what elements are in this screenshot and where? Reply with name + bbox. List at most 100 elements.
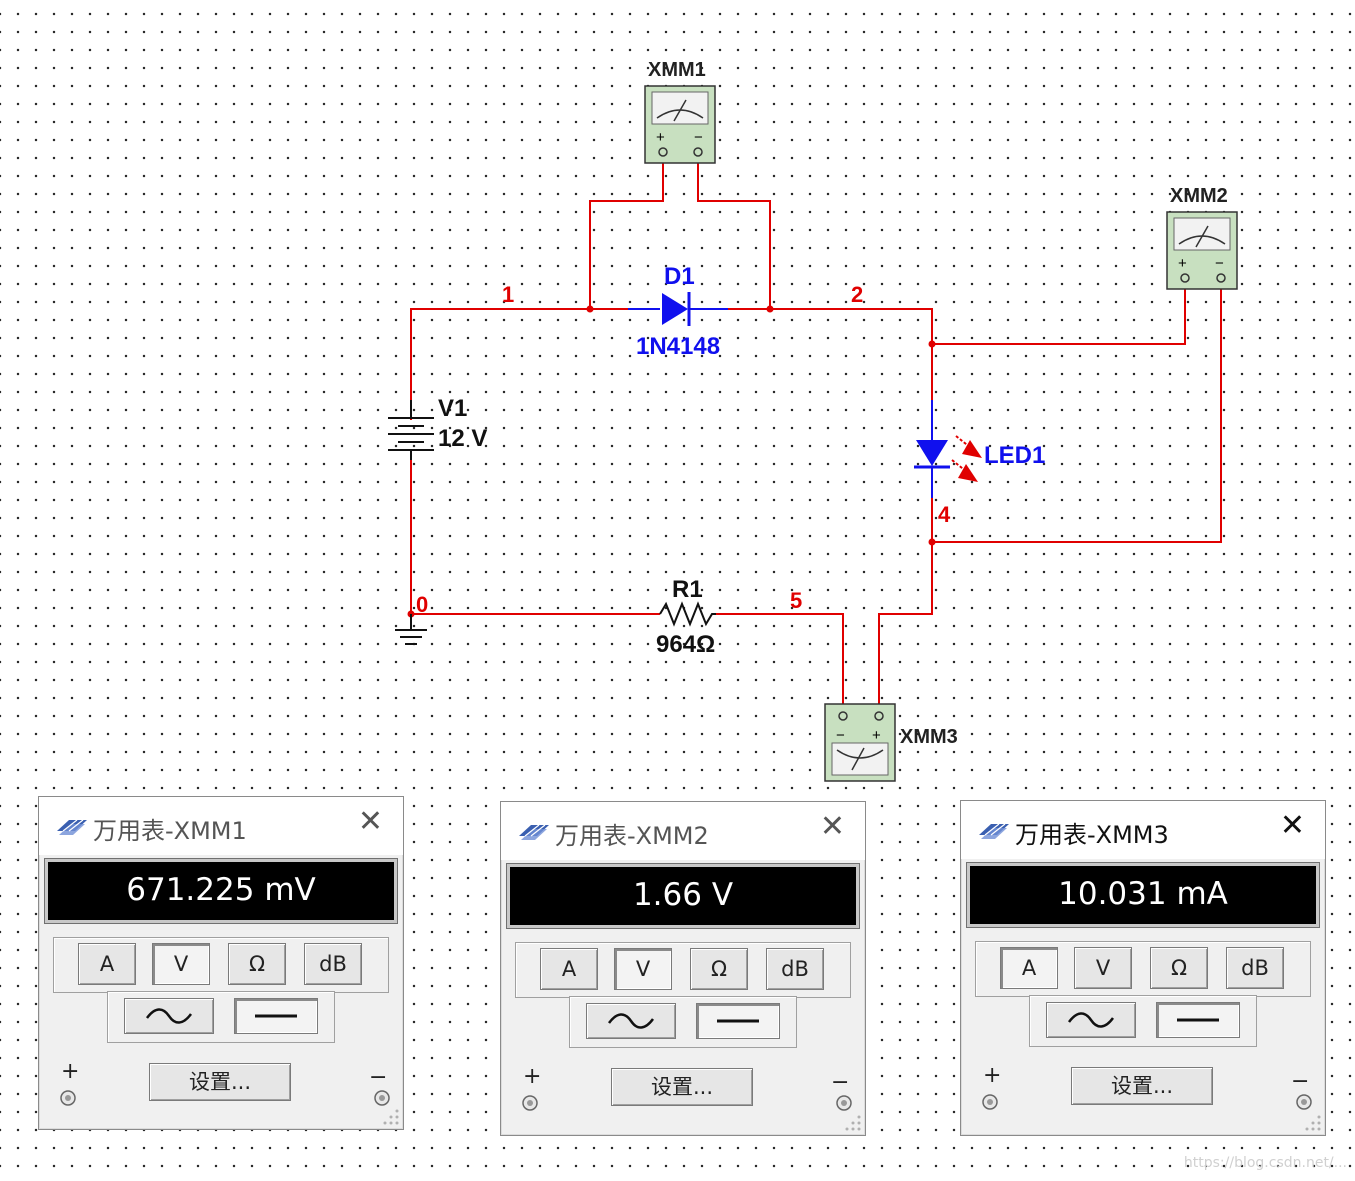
diode-name: D1	[664, 263, 695, 290]
terminal-icon[interactable]	[1295, 1093, 1313, 1111]
panel-title: 万用表-XMM3	[1015, 821, 1169, 849]
mode-button-group: A V Ω dB	[975, 941, 1311, 997]
minus-label: −	[369, 1065, 388, 1090]
svg-text:−: −	[694, 129, 703, 146]
wire-xmm1-plus	[589, 163, 664, 309]
multimeter-xmm1-symbol[interactable]: + −	[644, 85, 716, 164]
panel-title: 万用表-XMM1	[93, 817, 247, 845]
plus-label: +	[61, 1059, 80, 1084]
wire-node-0	[410, 455, 660, 615]
close-icon[interactable]: ✕	[358, 807, 383, 837]
dc-button[interactable]	[234, 998, 318, 1034]
node-label-1: 1	[502, 282, 514, 307]
node-label-2: 2	[851, 282, 863, 307]
signal-button-group	[569, 996, 797, 1048]
mode-button-group: A V Ω dB	[515, 942, 851, 998]
node-label-0: 0	[416, 592, 428, 617]
minus-label: −	[1291, 1069, 1310, 1094]
plus-label: +	[983, 1063, 1002, 1088]
wire-xmm2-minus	[931, 280, 1222, 543]
schematic-canvas[interactable]: 1 2 4 0 5 V1 12 V D1 1N4148 LED1 R1 964Ω…	[0, 0, 1355, 790]
multimeter-panel-xmm1[interactable]: 万用表-XMM1 ✕ 671.225 mV A V Ω dB + 设置... −	[38, 796, 404, 1130]
mode-button-ohm[interactable]: Ω	[228, 943, 286, 985]
svg-text:+: +	[872, 727, 881, 744]
wire-node-5	[716, 613, 844, 712]
plus-label: +	[523, 1064, 542, 1089]
panel-titlebar[interactable]: 万用表-XMM2 ✕	[501, 802, 865, 860]
mode-button-v[interactable]: V	[1074, 947, 1132, 989]
resize-grip-icon[interactable]	[841, 1111, 863, 1133]
mode-button-db[interactable]: dB	[304, 943, 362, 985]
close-icon[interactable]: ✕	[1280, 811, 1305, 841]
settings-button[interactable]: 设置...	[1071, 1067, 1213, 1105]
battery-name: V1	[438, 395, 467, 422]
wire-xmm3-plus	[878, 542, 933, 712]
resize-grip-icon[interactable]	[379, 1105, 401, 1127]
svg-text:+: +	[656, 129, 665, 146]
mode-button-db[interactable]: dB	[766, 948, 824, 990]
mode-button-ohm[interactable]: Ω	[690, 948, 748, 990]
terminal-icon[interactable]	[521, 1094, 539, 1112]
mode-button-v[interactable]: V	[152, 943, 210, 985]
resize-grip-icon[interactable]	[1301, 1111, 1323, 1133]
mode-button-ohm[interactable]: Ω	[1150, 947, 1208, 989]
settings-button[interactable]: 设置...	[149, 1063, 291, 1101]
multisim-logo-icon	[519, 824, 549, 840]
mode-button-db[interactable]: dB	[1226, 947, 1284, 989]
ac-wave-icon	[607, 1013, 655, 1029]
signal-button-group	[107, 991, 335, 1043]
dc-button[interactable]	[696, 1003, 780, 1039]
resistor-name: R1	[672, 576, 703, 603]
node-label-4: 4	[938, 502, 951, 527]
terminal-icon[interactable]	[59, 1089, 77, 1107]
multimeter-xmm2-symbol[interactable]: + −	[1166, 211, 1238, 290]
settings-button[interactable]: 设置...	[611, 1068, 753, 1106]
mode-button-a[interactable]: A	[1000, 947, 1058, 989]
xmm1-label: XMM1	[648, 59, 706, 81]
wire-xmm2-plus	[932, 280, 1186, 345]
dc-line-icon	[255, 1014, 297, 1018]
panel-title: 万用表-XMM2	[555, 822, 709, 850]
mode-button-group: A V Ω dB	[53, 937, 389, 993]
reading-display: 10.031 mA	[966, 862, 1320, 928]
diode-d1[interactable]	[628, 292, 728, 326]
signal-button-group	[1029, 995, 1257, 1047]
mode-button-v[interactable]: V	[614, 948, 672, 990]
multimeter-panel-xmm3[interactable]: 万用表-XMM3 ✕ 10.031 mA A V Ω dB + 设置... −	[960, 800, 1326, 1136]
minus-label: −	[831, 1070, 850, 1095]
xmm3-label: XMM3	[900, 726, 958, 748]
multimeter-panel-xmm2[interactable]: 万用表-XMM2 ✕ 1.66 V A V Ω dB + 设置... −	[500, 801, 866, 1136]
reading-display: 1.66 V	[506, 863, 860, 929]
ac-button[interactable]	[124, 998, 214, 1034]
xmm2-label: XMM2	[1170, 185, 1228, 207]
dc-line-icon	[1177, 1018, 1219, 1022]
wires	[410, 163, 1222, 712]
terminal-icon[interactable]	[981, 1093, 999, 1111]
mode-button-a[interactable]: A	[540, 948, 598, 990]
svg-text:−: −	[1215, 255, 1224, 272]
panel-titlebar[interactable]: 万用表-XMM1 ✕	[39, 797, 403, 855]
resistor-value: 964Ω	[656, 631, 715, 658]
ground-symbol	[395, 614, 427, 645]
multisim-logo-icon	[979, 823, 1009, 839]
ac-button[interactable]	[1046, 1002, 1136, 1038]
terminal-icon[interactable]	[835, 1094, 853, 1112]
diode-model: 1N4148	[636, 333, 720, 360]
ac-button[interactable]	[586, 1003, 676, 1039]
close-icon[interactable]: ✕	[820, 812, 845, 842]
led-led1[interactable]	[914, 400, 982, 498]
watermark: https://blog.csdn.net/...	[1183, 1155, 1347, 1171]
multisim-logo-icon	[57, 819, 87, 835]
ac-wave-icon	[145, 1008, 193, 1024]
led-name: LED1	[984, 442, 1045, 469]
svg-text:+: +	[1178, 255, 1187, 272]
resistor-r1[interactable]	[659, 601, 716, 627]
svg-text:−: −	[836, 727, 845, 744]
battery-v1[interactable]	[388, 400, 434, 460]
ac-wave-icon	[1067, 1012, 1115, 1028]
mode-button-a[interactable]: A	[78, 943, 136, 985]
dc-button[interactable]	[1156, 1002, 1240, 1038]
multimeter-xmm3-symbol[interactable]: − +	[824, 703, 896, 782]
panel-titlebar[interactable]: 万用表-XMM3 ✕	[961, 801, 1325, 859]
node-label-5: 5	[790, 588, 802, 613]
